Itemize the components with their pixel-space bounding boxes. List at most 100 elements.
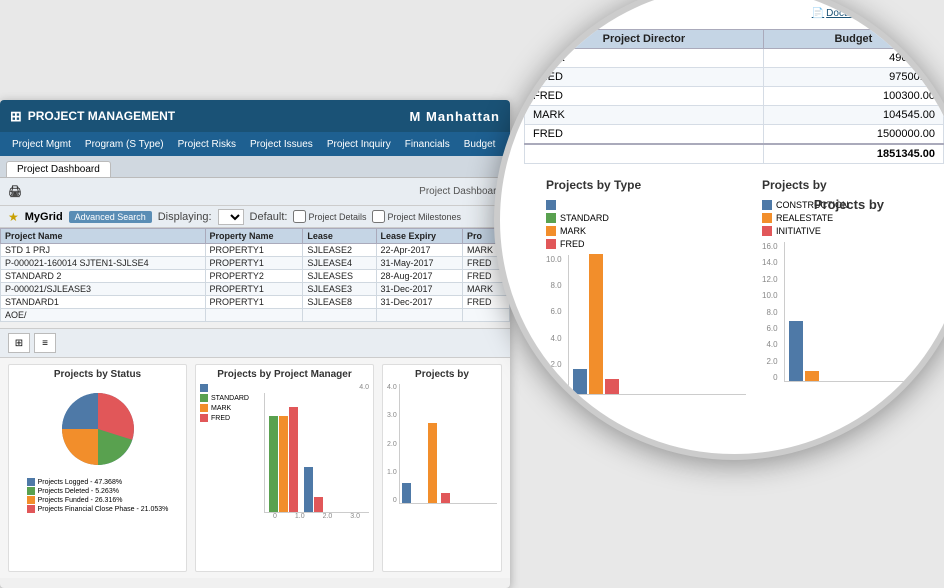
col-property-name: Property Name — [205, 229, 303, 244]
col-lease: Lease — [303, 229, 376, 244]
type-chart-box: Projects by 4.0 3.0 2.0 1.0 0 — [382, 364, 502, 572]
popup-type-legend-dot — [546, 226, 556, 236]
grid-view-button[interactable]: ⊞ — [8, 333, 30, 353]
documents-tab[interactable]: 📄 Documents — [812, 8, 877, 19]
nav-bar: Project Mgmt Program (S Type) Project Ri… — [0, 132, 510, 156]
dashboard-title: Project Dashboard — [419, 186, 502, 197]
print-icon: 🖨 — [8, 185, 22, 198]
display-select[interactable] — [218, 209, 244, 225]
app-title: PROJECT MANAGEMENT — [28, 109, 410, 123]
popup-bar-mark — [589, 254, 603, 394]
popup-by-bar-construction — [789, 321, 803, 381]
raise-po-icon: 📋 — [887, 8, 899, 19]
pie-legend: Projects Logged - 47.368%Projects Delete… — [27, 478, 169, 514]
raise-po-tab[interactable]: 📋 Raise PO — [887, 8, 944, 19]
bar-type-mark — [428, 423, 437, 503]
popup-by-chart-title: Projects by — [762, 178, 922, 192]
pie-legend-dot — [27, 478, 35, 486]
projects-by-label: Projects by — [814, 197, 884, 212]
popup-by-legend-dot — [762, 200, 772, 210]
popup-type-chart: Projects by Type STANDARDMARKFRED 10.0 8… — [546, 178, 746, 395]
bar-manager-fred2 — [314, 497, 323, 512]
mygrid-label: MyGrid — [25, 211, 63, 223]
pie-legend-dot — [27, 487, 35, 495]
table-row[interactable]: P-000021-160014 SJTEN1-SJLSE4PROPERTY1SJ… — [1, 257, 510, 270]
project-details-checkbox-label[interactable]: Project Details — [293, 210, 366, 223]
popup-tabs-row: 📄 Documents 📋 Raise PO — [524, 8, 944, 19]
pie-chart-svg — [53, 384, 143, 474]
document-icon: 📄 — [812, 8, 824, 19]
star-icon: ★ — [8, 210, 19, 224]
mygrid-row: ★ MyGrid Advanced Search Displaying: Def… — [0, 206, 510, 228]
icon-buttons-row: ⊞ ≡ — [0, 328, 510, 358]
advanced-search-button[interactable]: Advanced Search — [69, 211, 152, 223]
nav-issues[interactable]: Project Issues — [244, 137, 319, 152]
nav-budget[interactable]: Budget — [458, 137, 502, 152]
popup-budget-table: Project Director Budget MARK49000.00FRED… — [524, 29, 944, 164]
popup-col-budget: Budget — [763, 30, 943, 49]
app-window: ⊞ PROJECT MANAGEMENT M Manhattan Project… — [0, 100, 510, 588]
displaying-label: Displaying: — [158, 211, 212, 223]
popup-total-label — [525, 144, 764, 164]
toolbar-row: 🖨 Project Dashboard — [0, 178, 510, 206]
popup-bar-fred — [605, 379, 619, 394]
table-row[interactable]: STANDARD1PROPERTY1SJLEASE831-Dec-2017FRE… — [1, 296, 510, 309]
popup-type-legend-item: STANDARD — [546, 213, 746, 223]
pie-legend-dot — [27, 496, 35, 504]
table-row[interactable]: STANDARD 2PROPERTY2SJLEASES28-Aug-2017FR… — [1, 270, 510, 283]
col-lease-expiry: Lease Expiry — [376, 229, 463, 244]
status-chart-box: Projects by Status Projects Logged - 47.… — [8, 364, 187, 572]
bar-type-undef — [402, 483, 411, 503]
table-row[interactable]: STD 1 PRJPROPERTY1SJLEASE222-Apr-2017MAR… — [1, 244, 510, 257]
popup-type-legend-dot — [546, 200, 556, 210]
bar-manager-undef — [304, 467, 313, 512]
manhattan-logo: M Manhattan — [410, 109, 500, 124]
manager-legend-item: MARK — [200, 404, 260, 412]
table-row[interactable]: P-000021/SJLEASE3PROPERTY1SJLEASE331-Dec… — [1, 283, 510, 296]
manager-legend-dot — [200, 394, 208, 402]
popup-type-y-axis: 10.0 8.0 6.0 4.0 2.0 0 — [546, 255, 562, 395]
table-row[interactable]: AOE/ — [1, 309, 510, 322]
charts-area: Projects by Status Projects Logged - 47.… — [0, 358, 510, 578]
popup-type-legend-item: MARK — [546, 226, 746, 236]
popup-type-bars — [568, 255, 746, 395]
popup-table-row: FRED97500.00 — [525, 68, 944, 87]
popup-table-row: FRED1500000.00 — [525, 125, 944, 145]
pie-legend-item: Projects Deleted - 5.263% — [27, 487, 169, 495]
popup-by-bar-realestate — [805, 371, 819, 381]
manager-chart-box: Projects by Project Manager STANDARD MARK… — [195, 364, 374, 572]
bar-manager-std — [269, 416, 278, 512]
project-milestones-checkbox[interactable] — [372, 210, 385, 223]
nav-financials[interactable]: Financials — [399, 137, 456, 152]
popup-by-bar-area: 16.0 14.0 12.0 10.0 8.0 6.0 4.0 2.0 0 — [762, 242, 922, 382]
manager-chart-title: Projects by Project Manager — [200, 369, 369, 380]
list-view-button[interactable]: ≡ — [34, 333, 56, 353]
manager-legend-item: STANDARD — [200, 394, 260, 402]
bar-manager-fred — [289, 407, 298, 512]
popup-table-row: MARK49000.00 — [525, 49, 944, 68]
tab-project-dashboard[interactable]: Project Dashboard — [6, 161, 111, 177]
manager-legend-item: FRED — [200, 414, 260, 422]
nav-program[interactable]: Program (S Type) — [79, 137, 170, 152]
nav-inquiry[interactable]: Project Inquiry — [321, 137, 397, 152]
nav-risks[interactable]: Project Risks — [172, 137, 242, 152]
manager-legend: STANDARD MARK FRED — [200, 384, 260, 520]
manager-legend-item — [200, 384, 260, 392]
popup-type-legend-dot — [546, 213, 556, 223]
status-chart-title: Projects by Status — [13, 369, 182, 380]
nav-project-mgmt[interactable]: Project Mgmt — [6, 137, 77, 152]
manager-legend-dot — [200, 384, 208, 392]
app-icon: ⊞ — [10, 108, 22, 125]
project-details-checkbox[interactable] — [293, 210, 306, 223]
tab-bar: Project Dashboard — [0, 156, 510, 178]
popup-table-section: Project Director Budget MARK49000.00FRED… — [524, 29, 944, 164]
project-milestones-checkbox-label[interactable]: Project Milestones — [372, 210, 461, 223]
manager-legend-dot — [200, 414, 208, 422]
popup-by-legend-dot — [762, 226, 772, 236]
popup-by-y-axis: 16.0 14.0 12.0 10.0 8.0 6.0 4.0 2.0 0 — [762, 242, 778, 382]
type-chart-title: Projects by — [387, 369, 497, 380]
pie-legend-item: Projects Financial Close Phase - 21.053% — [27, 505, 169, 513]
project-table: Project Name Property Name Lease Lease E… — [0, 228, 510, 322]
top-bar: ⊞ PROJECT MANAGEMENT M Manhattan — [0, 100, 510, 132]
popup-type-chart-title: Projects by Type — [546, 178, 746, 192]
